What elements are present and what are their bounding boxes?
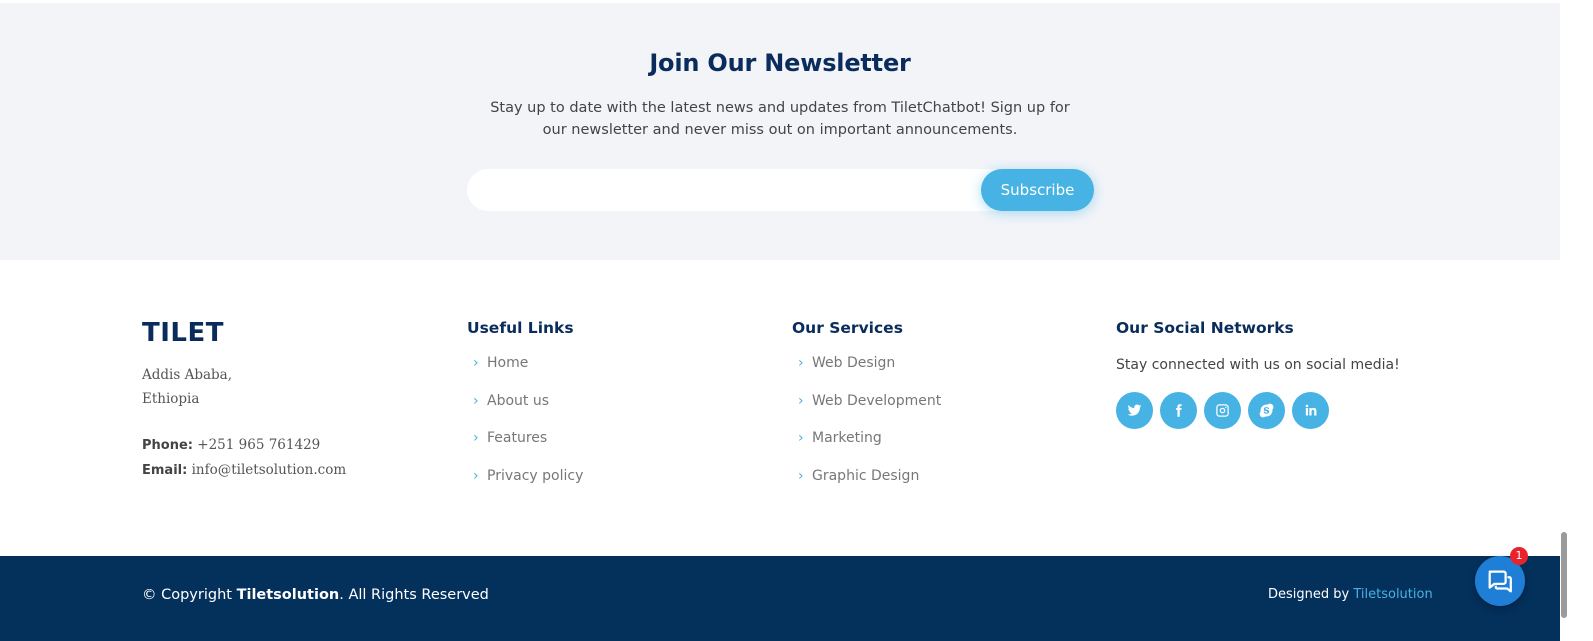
footer-brand-logo: TILET [142, 318, 224, 348]
footer-top: TILET Addis Ababa, Ethiopia Phone: +251 … [0, 260, 1560, 556]
footer-bottom-bar: © Copyright Tiletsolution. All Rights Re… [0, 556, 1560, 641]
chat-bubbles-icon [1488, 570, 1512, 593]
twitter-link[interactable] [1116, 392, 1153, 429]
linkedin-icon [1305, 404, 1317, 416]
footer-address: Addis Ababa, Ethiopia [142, 363, 232, 411]
email-label: Email: [142, 463, 188, 478]
skype-link[interactable] [1248, 392, 1285, 429]
address-line: Addis Ababa, [142, 367, 232, 383]
footer-link-label: Home [487, 355, 529, 371]
service-link-marketing[interactable]: › Marketing [792, 430, 941, 468]
service-link-label: Web Development [812, 392, 942, 409]
subscribe-button[interactable]: Subscribe [981, 169, 1094, 211]
newsletter-section: Join Our Newsletter Stay up to date with… [0, 3, 1560, 260]
instagram-icon [1216, 404, 1229, 417]
chevron-right-icon: › [798, 392, 804, 409]
service-link-web-design[interactable]: › Web Design [792, 355, 941, 393]
newsletter-description: Stay up to date with the latest news and… [490, 100, 1070, 138]
email-value: info@tiletsolution.com [191, 462, 347, 478]
social-description: Stay connected with us on social media! [1116, 357, 1400, 373]
service-link-label: Marketing [812, 430, 882, 446]
services-title: Our Services [792, 319, 903, 337]
useful-links-list: › Home › About us › Features › Privacy polic… [467, 355, 583, 505]
social-links [1116, 392, 1329, 429]
copyright-suffix: . All Rights Reserved [339, 587, 489, 603]
facebook-link[interactable] [1160, 392, 1197, 429]
services-list: › Web Design › Web Development › Marketing … [792, 355, 941, 505]
footer-link-about[interactable]: › About us [467, 393, 583, 431]
skype-icon [1259, 403, 1274, 418]
service-link-graphic-design[interactable]: › Graphic Design [792, 468, 941, 506]
page-scrollbar-thumb[interactable] [1561, 532, 1567, 618]
copyright-prefix: © Copyright [142, 587, 237, 603]
copyright-company: Tiletsolution [236, 587, 340, 603]
footer-link-privacy[interactable]: › Privacy policy [467, 468, 583, 506]
chat-notification-badge: 1 [1510, 547, 1528, 565]
service-link-label: Web Design [812, 355, 896, 371]
social-title: Our Social Networks [1116, 319, 1294, 337]
chevron-right-icon: › [473, 355, 479, 371]
footer-link-label: Features [487, 430, 548, 446]
linkedin-link[interactable] [1292, 392, 1329, 429]
service-link-web-development[interactable]: › Web Development [792, 393, 941, 431]
twitter-icon [1127, 404, 1142, 416]
useful-links-title: Useful Links [467, 319, 574, 337]
chevron-right-icon: › [798, 430, 804, 446]
designed-by-text: Designed by Tiletsolution [1268, 587, 1433, 602]
copyright-text: © Copyright Tiletsolution. All Rights Re… [142, 587, 489, 603]
footer-link-features[interactable]: › Features [467, 430, 583, 468]
footer-link-label: Privacy policy [487, 467, 584, 484]
footer-contact: Phone: +251 965 761429 Email: info@tilet… [142, 433, 346, 483]
footer-link-label: About us [487, 392, 550, 409]
newsletter-form: Subscribe [467, 169, 1094, 211]
instagram-link[interactable] [1204, 392, 1241, 429]
chevron-right-icon: › [798, 355, 804, 371]
designed-by-link[interactable]: Tiletsolution [1353, 587, 1432, 602]
designed-prefix: Designed by [1268, 587, 1354, 602]
footer-link-home[interactable]: › Home [467, 355, 583, 393]
newsletter-email-input[interactable] [467, 169, 987, 211]
chevron-right-icon: › [473, 430, 479, 446]
phone-label: Phone: [142, 438, 193, 453]
facebook-icon [1176, 404, 1182, 417]
newsletter-title: Join Our Newsletter [649, 49, 911, 77]
phone-value: +251 965 761429 [197, 437, 321, 453]
address-line: Ethiopia [142, 391, 200, 407]
chevron-right-icon: › [473, 467, 479, 484]
chevron-right-icon: › [473, 392, 479, 409]
email-row: Email: info@tiletsolution.com [142, 458, 346, 483]
service-link-label: Graphic Design [812, 467, 920, 484]
page: Join Our Newsletter Stay up to date with… [0, 0, 1593, 641]
phone-row: Phone: +251 965 761429 [142, 433, 346, 458]
chevron-right-icon: › [798, 467, 804, 484]
